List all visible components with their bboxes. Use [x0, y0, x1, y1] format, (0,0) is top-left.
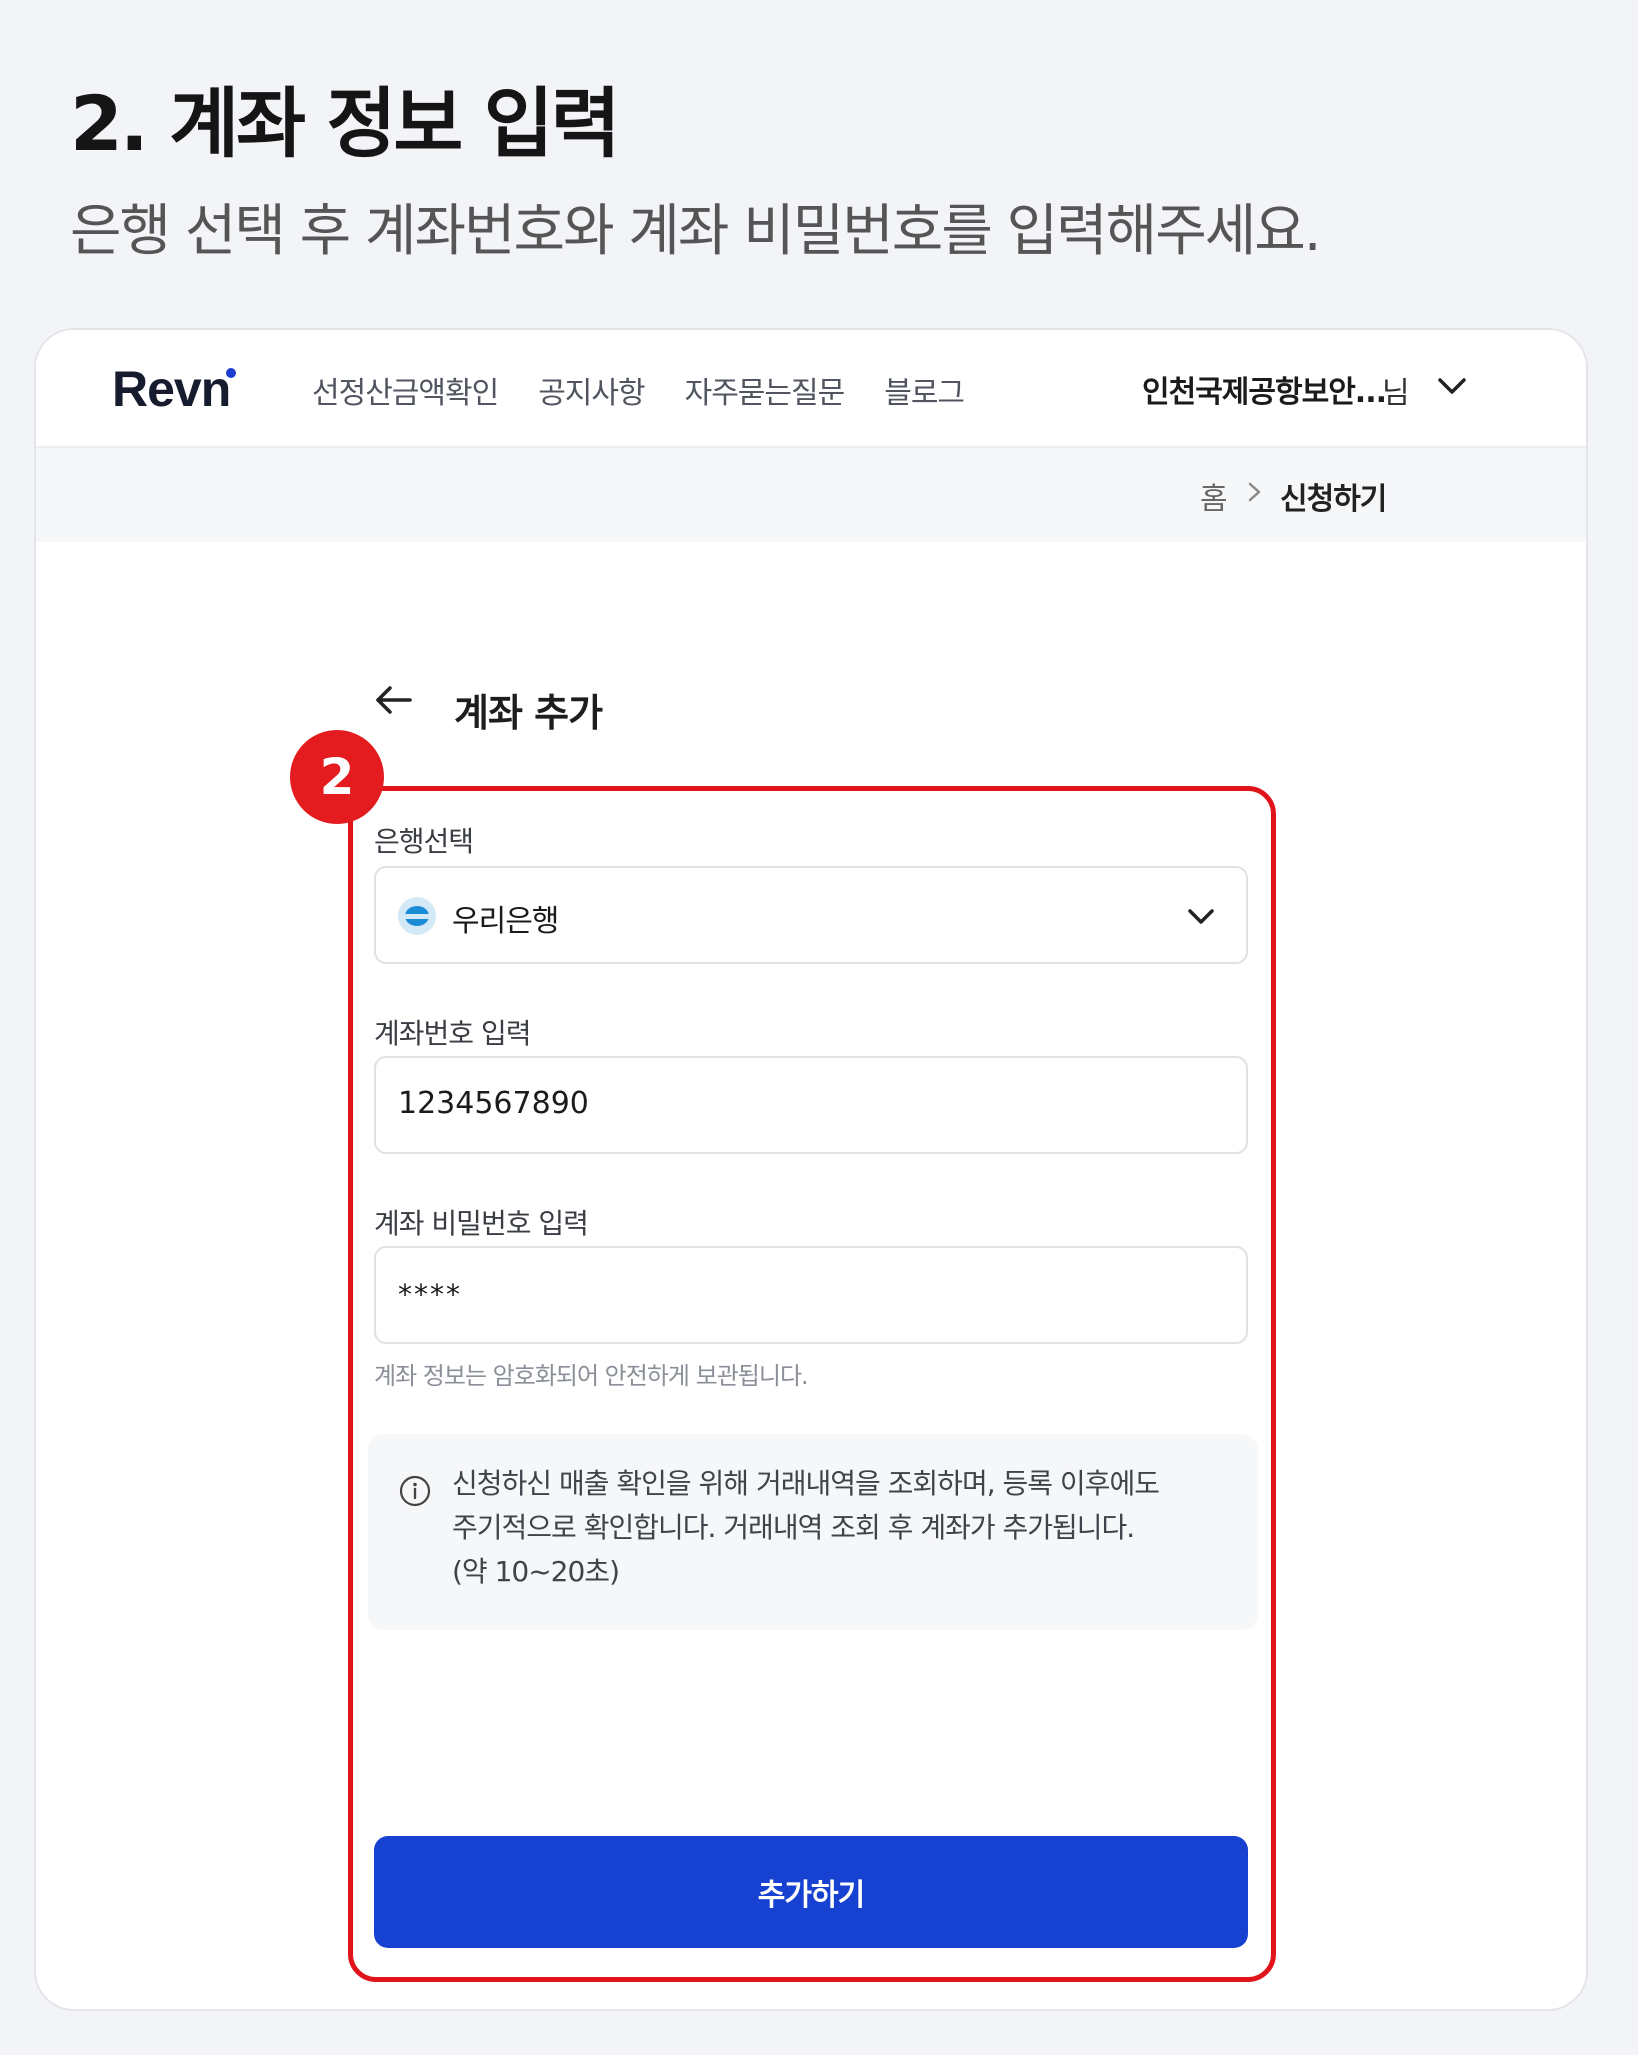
nav-menu: 선정산금액확인 공지사항 자주묻는질문 블로그	[312, 368, 965, 412]
info-line: (약 10~20초)	[452, 1555, 620, 1588]
info-line: 주기적으로 확인합니다. 거래내역 조회 후 계좌가 추가됩니다.	[452, 1511, 1135, 1544]
info-line: 신청하신 매출 확인을 위해 거래내역을 조회하며, 등록 이후에도	[452, 1467, 1160, 1500]
top-navbar: Revn 선정산금액확인 공지사항 자주묻는질문 블로그 인천국제공항보안...…	[36, 330, 1586, 448]
account-password-label: 계좌 비밀번호 입력	[374, 1207, 589, 1240]
breadcrumb-home[interactable]: 홈	[1200, 474, 1228, 518]
security-helper-text: 계좌 정보는 암호화되어 안전하게 보관됩니다.	[374, 1362, 809, 1390]
nav-item-notices[interactable]: 공지사항	[538, 368, 645, 412]
account-password-value: ****	[398, 1278, 462, 1311]
app-window: Revn 선정산금액확인 공지사항 자주묻는질문 블로그 인천국제공항보안...…	[34, 328, 1588, 2011]
info-notice: 신청하신 매출 확인을 위해 거래내역을 조회하며, 등록 이후에도 주기적으로…	[368, 1434, 1258, 1630]
guide-subtitle: 은행 선택 후 계좌번호와 계좌 비밀번호를 입력해주세요.	[70, 199, 1322, 264]
breadcrumb: 홈 신청하기	[36, 448, 1586, 542]
account-number-value: 1234567890	[398, 1086, 589, 1121]
revn-logo[interactable]: Revn	[112, 360, 231, 418]
logo-dot	[226, 368, 236, 378]
arrow-left-icon[interactable]	[372, 678, 416, 722]
breadcrumb-current: 신청하기	[1280, 482, 1387, 517]
bank-select-label: 은행선택	[374, 825, 474, 858]
nav-item-blog[interactable]: 블로그	[884, 368, 965, 412]
guide-title: 2. 계좌 정보 입력	[70, 79, 621, 168]
woori-bank-logo-icon	[398, 897, 436, 935]
info-circle-icon	[399, 1475, 431, 1507]
account-password-input[interactable]: ****	[374, 1246, 1248, 1344]
bank-select[interactable]: 우리은행	[374, 866, 1248, 964]
user-suffix: 님	[1382, 376, 1410, 411]
add-account-button[interactable]: 추가하기	[374, 1836, 1248, 1948]
chevron-right-icon	[1248, 482, 1261, 502]
nav-item-faq[interactable]: 자주묻는질문	[685, 368, 846, 412]
chevron-down-icon[interactable]	[1182, 898, 1220, 936]
bank-select-value: 우리은행	[452, 904, 559, 939]
chevron-down-icon[interactable]	[1432, 366, 1472, 406]
account-number-input[interactable]: 1234567890	[374, 1056, 1248, 1154]
user-name[interactable]: 인천국제공항보안...	[1142, 367, 1387, 411]
nav-item-settlement-check[interactable]: 선정산금액확인	[312, 368, 499, 412]
form-title: 계좌 추가	[454, 691, 603, 735]
step-badge: 2	[290, 730, 384, 824]
account-number-label: 계좌번호 입력	[374, 1017, 531, 1050]
